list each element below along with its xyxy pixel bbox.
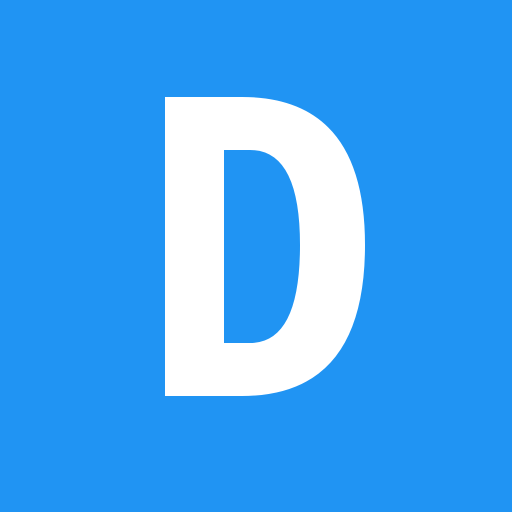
letter-avatar-tile xyxy=(0,0,512,512)
letter-d-glyph xyxy=(165,97,365,396)
